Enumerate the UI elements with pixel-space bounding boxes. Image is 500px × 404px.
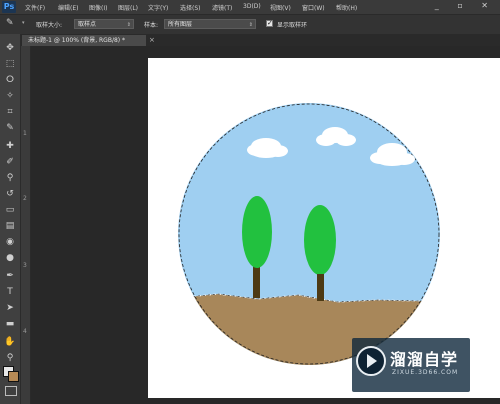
hand-tool-icon[interactable]: ✋ — [4, 336, 16, 348]
type-tool-icon[interactable]: T — [4, 286, 16, 298]
sample-value: 所有图层 — [168, 21, 193, 28]
crop-tool-icon[interactable]: ⌗ — [4, 106, 16, 118]
marquee-tool-icon[interactable]: ⬚ — [4, 58, 16, 70]
menu-item[interactable]: 窗口(W) — [302, 3, 325, 12]
move-tool-icon[interactable]: ✥ — [4, 42, 16, 54]
watermark-title: 溜溜自学 — [390, 350, 459, 369]
menu-item[interactable]: 视图(V) — [270, 3, 291, 12]
vertical-ruler — [21, 46, 31, 404]
document-tab[interactable]: 未标题-1 @ 100% (背景, RGB/8) * — [22, 35, 146, 46]
checkmark-icon: ✓ — [267, 19, 273, 27]
sample-select[interactable]: 所有图层 ⇕ — [164, 19, 256, 29]
path-select-tool-icon[interactable]: ➤ — [4, 302, 16, 314]
dodge-tool-icon[interactable]: ● — [4, 252, 16, 264]
sample-size-value: 取样点 — [78, 21, 97, 28]
history-brush-tool-icon[interactable]: ↺ — [4, 188, 16, 200]
menu-item[interactable]: 滤镜(T) — [212, 3, 232, 12]
chevron-down-icon: ⇕ — [248, 22, 253, 28]
menu-item[interactable]: 选择(S) — [180, 3, 201, 12]
gradient-tool-icon[interactable]: ▤ — [4, 220, 16, 232]
ruler-number: 4 — [23, 328, 27, 335]
healing-tool-icon[interactable]: ✚ — [4, 140, 16, 152]
menu-item[interactable]: 帮助(H) — [336, 3, 357, 12]
play-icon — [367, 354, 377, 368]
menu-item[interactable]: 图层(L) — [118, 3, 138, 12]
clone-stamp-tool-icon[interactable]: ⚲ — [4, 172, 16, 184]
ruler-number: 2 — [23, 195, 27, 202]
show-sampling-ring-label: 显示取样环 — [277, 22, 308, 29]
watermark-subtitle: ZIXUE.3D66.COM — [392, 369, 459, 376]
ruler-number: 1 — [23, 130, 27, 137]
chevron-down-icon: ⇕ — [126, 22, 131, 28]
sample-size-label: 取样大小: — [36, 22, 63, 29]
quick-select-tool-icon[interactable]: ✧ — [4, 90, 16, 102]
quick-mask-icon[interactable] — [5, 386, 17, 396]
tree-crown — [304, 205, 336, 275]
background-color-swatch[interactable] — [8, 371, 19, 382]
brush-tool-icon[interactable]: ✐ — [4, 156, 16, 168]
close-tab-icon[interactable]: × — [149, 36, 155, 44]
menu-item[interactable]: 文字(Y) — [148, 3, 168, 12]
blur-tool-icon[interactable]: ◉ — [4, 236, 16, 248]
eraser-tool-icon[interactable]: ▭ — [4, 204, 16, 216]
artwork — [178, 103, 440, 365]
tool-preset-arrow-icon[interactable]: ▾ — [22, 20, 25, 26]
menu-item[interactable]: 编辑(E) — [58, 3, 78, 12]
zoom-tool-icon[interactable]: ⚲ — [4, 352, 16, 364]
window-controls[interactable]: _ ▫ ✕ — [435, 1, 496, 10]
ruler-number: 3 — [23, 262, 27, 269]
shape-tool-icon[interactable]: ▬ — [4, 318, 16, 330]
show-sampling-ring-checkbox[interactable]: ✓ — [266, 19, 273, 27]
menu-item[interactable]: 图像(I) — [89, 3, 107, 12]
eyedropper-tool-icon[interactable]: ✎ — [6, 18, 20, 30]
eyedropper-tool-icon[interactable]: ✎ — [4, 122, 16, 134]
sample-label: 样本: — [144, 22, 159, 29]
menu-item[interactable]: 3D(D) — [243, 3, 261, 10]
lasso-tool-icon[interactable]: ⵔ — [4, 74, 16, 86]
pen-tool-icon[interactable]: ✒ — [4, 270, 16, 282]
tree-crown — [242, 196, 272, 268]
photoshop-logo: Ps — [2, 1, 16, 13]
menu-item[interactable]: 文件(F) — [25, 3, 45, 12]
sample-size-select[interactable]: 取样点 ⇕ — [74, 19, 134, 29]
